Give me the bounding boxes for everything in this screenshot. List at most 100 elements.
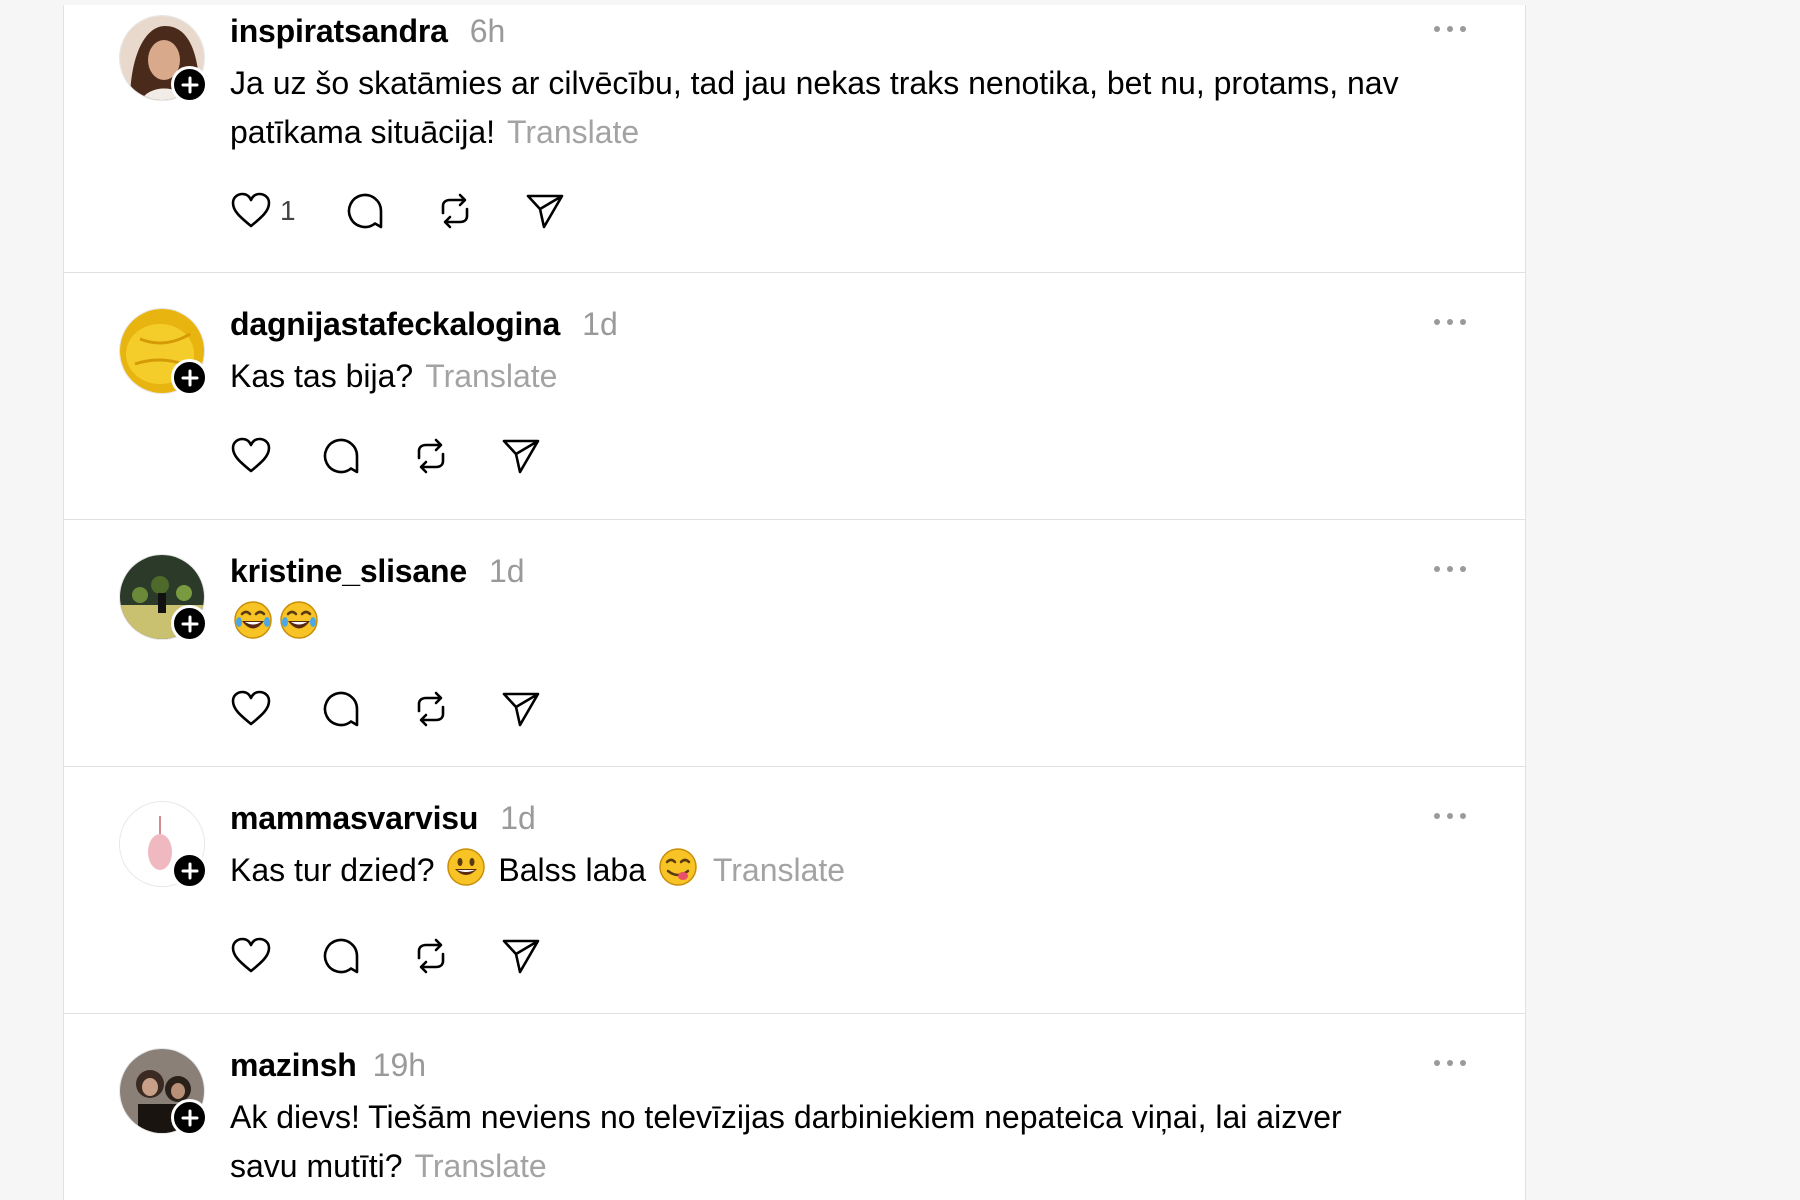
comment-icon <box>323 438 359 474</box>
follow-button[interactable] <box>171 359 208 396</box>
like-count: 1 <box>280 195 296 226</box>
share-button[interactable] <box>500 936 542 976</box>
username[interactable]: dagnijastafeckalogina <box>230 306 560 343</box>
heart-icon <box>231 937 271 973</box>
plus-icon <box>181 862 198 879</box>
translate-link[interactable]: Translate <box>507 114 639 150</box>
follow-button[interactable] <box>171 66 208 103</box>
reply-button[interactable] <box>320 689 362 729</box>
action-bar <box>230 431 1470 481</box>
like-button[interactable] <box>230 936 272 976</box>
heart-icon <box>231 192 271 228</box>
more-options-button[interactable] <box>1430 310 1470 334</box>
username[interactable]: kristine_slisane <box>230 553 467 590</box>
heart-icon <box>231 437 271 473</box>
repost-button[interactable] <box>410 436 452 476</box>
follow-button[interactable] <box>171 1099 208 1136</box>
more-icon <box>1434 813 1440 819</box>
more-icon <box>1434 319 1440 325</box>
post-item: mazinsh 19h Ak dievs! Tiešām neviens no … <box>64 1014 1525 1200</box>
timestamp[interactable]: 1d <box>489 553 525 590</box>
follow-button[interactable] <box>171 605 208 642</box>
share-icon <box>502 939 540 974</box>
more-icon <box>1434 26 1440 32</box>
heart-icon <box>231 690 271 726</box>
reply-button[interactable] <box>320 936 362 976</box>
post-text-line: Ak dievs! Tiešām neviens no televīzijas … <box>230 1099 1342 1135</box>
more-icon <box>1434 566 1440 572</box>
timestamp[interactable]: 19h <box>373 1047 426 1084</box>
reply-button[interactable] <box>344 191 386 231</box>
post-content: inspiratsandra 6h Ja uz šo skatāmies ar … <box>230 13 1470 236</box>
timestamp[interactable]: 1d <box>500 800 536 837</box>
laughing-tears-emoji <box>233 600 273 654</box>
post-meta: kristine_slisane 1d <box>230 553 1470 593</box>
share-icon <box>502 439 540 474</box>
repost-button[interactable] <box>410 936 452 976</box>
post-text: Ak dievs! Tiešām neviens no televīzijas … <box>230 1093 1470 1191</box>
translate-link[interactable]: Translate <box>415 1148 547 1184</box>
username[interactable]: mazinsh <box>230 1047 357 1084</box>
post-content: dagnijastafeckalogina 1d Kas tas bija? Tr… <box>230 306 1470 481</box>
plus-icon <box>181 1109 198 1126</box>
comment-icon <box>347 193 382 229</box>
share-icon <box>502 692 540 727</box>
repost-icon <box>417 938 445 974</box>
post-meta: dagnijastafeckalogina 1d <box>230 306 1470 346</box>
post-text-part: Balss laba <box>498 852 646 888</box>
translate-link[interactable]: Translate <box>425 358 557 394</box>
more-options-button[interactable] <box>1430 17 1470 41</box>
laughing-tears-emoji <box>279 600 319 654</box>
timestamp[interactable]: 1d <box>582 306 618 343</box>
like-button[interactable]: 1 <box>230 191 296 231</box>
reply-button[interactable] <box>320 436 362 476</box>
repost-button[interactable] <box>410 689 452 729</box>
share-button[interactable] <box>500 436 542 476</box>
avatar-wrap <box>119 801 208 889</box>
post-content: mammasvarvisu 1d Kas tur dzied? Balss la… <box>230 800 1470 981</box>
post-text-line: Ja uz šo skatāmies ar cilvēcību, tad jau… <box>230 65 1399 101</box>
username[interactable]: inspiratsandra <box>230 13 448 50</box>
translate-link[interactable]: Translate <box>713 852 845 888</box>
post-text: Kas tur dzied? Balss laba Translate <box>230 846 1470 901</box>
post-item: kristine_slisane 1d <box>64 520 1525 767</box>
yum-face-emoji <box>658 847 698 901</box>
action-bar <box>230 684 1470 734</box>
post-text-line: savu mutīti? <box>230 1148 403 1184</box>
post-text: Ja uz šo skatāmies ar cilvēcību, tad jau… <box>230 59 1470 157</box>
more-options-button[interactable] <box>1430 557 1470 581</box>
plus-icon <box>181 76 198 93</box>
like-button[interactable] <box>230 436 272 476</box>
grinning-face-emoji <box>446 847 486 901</box>
timestamp[interactable]: 6h <box>470 13 506 50</box>
post-text-part: Kas tur dzied? <box>230 852 435 888</box>
share-button[interactable] <box>524 191 566 231</box>
post-text <box>230 599 1470 654</box>
username[interactable]: mammasvarvisu <box>230 800 478 837</box>
share-button[interactable] <box>500 689 542 729</box>
post-meta: inspiratsandra 6h <box>230 13 1470 53</box>
repost-icon <box>417 691 445 727</box>
comment-icon <box>323 938 359 974</box>
follow-button[interactable] <box>171 852 208 889</box>
like-button[interactable] <box>230 689 272 729</box>
plus-icon <box>181 369 198 386</box>
plus-icon <box>181 615 198 632</box>
post-meta: mammasvarvisu 1d <box>230 800 1470 840</box>
right-gutter <box>1527 0 1800 1200</box>
post-item: mammasvarvisu 1d Kas tur dzied? Balss la… <box>64 767 1525 1014</box>
action-bar <box>230 931 1470 981</box>
repost-icon <box>417 438 445 474</box>
post-item: dagnijastafeckalogina 1d Kas tas bija? Tr… <box>64 273 1525 520</box>
avatar-wrap <box>119 1048 208 1136</box>
comment-icon <box>323 691 359 727</box>
action-bar: 1 <box>230 186 1470 236</box>
repost-button[interactable] <box>434 191 476 231</box>
more-options-button[interactable] <box>1430 1051 1470 1075</box>
more-options-button[interactable] <box>1430 804 1470 828</box>
post-content: mazinsh 19h Ak dievs! Tiešām neviens no … <box>230 1047 1470 1191</box>
share-icon <box>526 194 563 229</box>
post-content: kristine_slisane 1d <box>230 553 1470 734</box>
avatar-wrap <box>119 554 208 642</box>
post-meta: mazinsh 19h <box>230 1047 1470 1087</box>
